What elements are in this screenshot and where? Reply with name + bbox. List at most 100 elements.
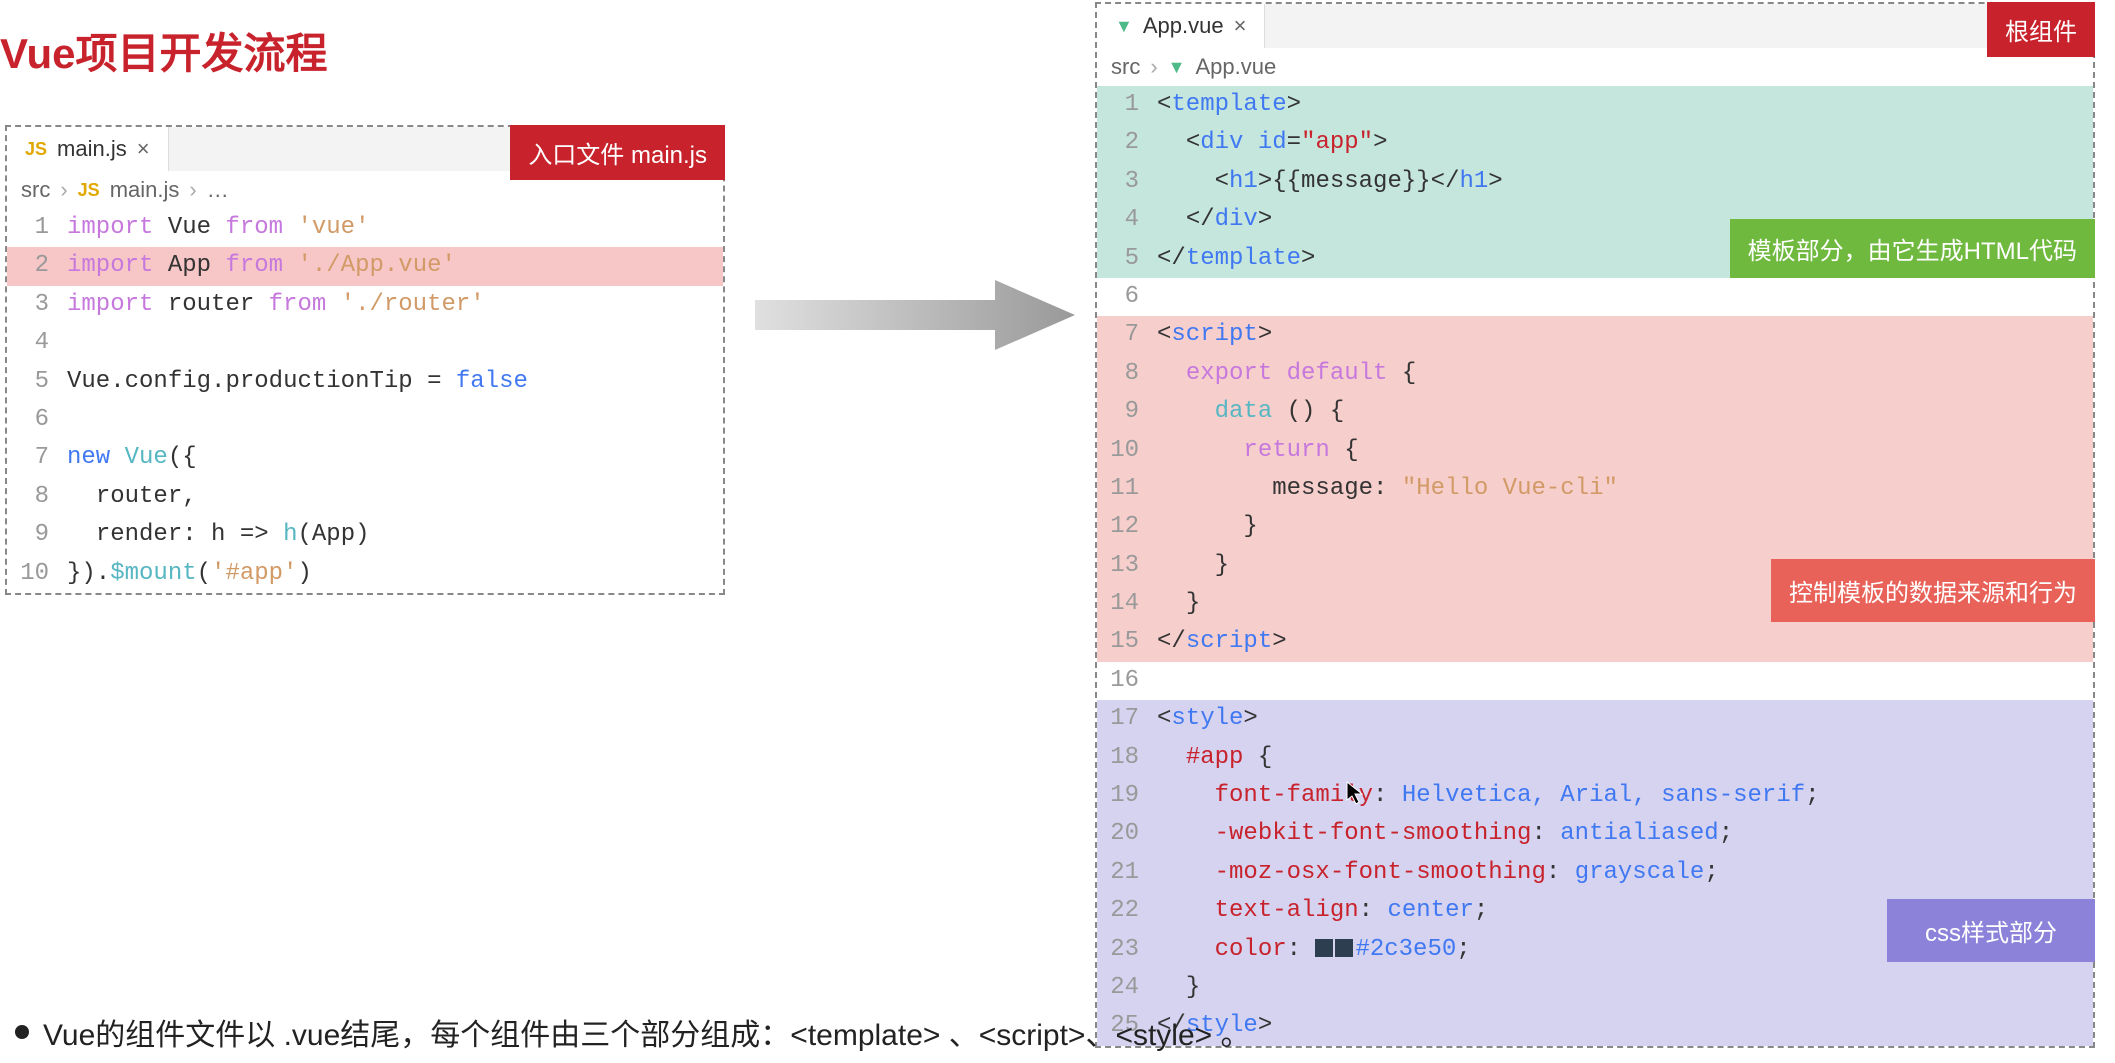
code-token: export: [1186, 360, 1272, 387]
line-content: [67, 401, 723, 439]
code-token: #app: [1186, 744, 1244, 771]
code-line[interactable]: 10 return {: [1097, 432, 2093, 470]
code-token: :: [182, 521, 196, 548]
code-line[interactable]: 7new Vue({: [7, 439, 723, 477]
label-template-section: 模板部分，由它生成HTML代码: [1730, 219, 2095, 278]
code-line[interactable]: 3 <h1>{{message}}</h1>: [1097, 163, 2093, 201]
code-line[interactable]: 9 data () {: [1097, 393, 2093, 431]
code-token: ): [297, 560, 311, 587]
code-line[interactable]: 19 font-family: Helvetica, Arial, sans-s…: [1097, 777, 2093, 815]
code-token: template: [1186, 245, 1301, 272]
line-content: import App from './App.vue': [67, 247, 723, 285]
line-content: <style>: [1157, 700, 2093, 738]
line-content: </script>: [1157, 623, 2093, 661]
line-number: 9: [7, 516, 67, 554]
close-icon[interactable]: ×: [1234, 13, 1247, 39]
code-line[interactable]: 17<style>: [1097, 700, 2093, 738]
code-token: router: [96, 483, 182, 510]
code-line[interactable]: 1<template>: [1097, 86, 2093, 124]
code-line[interactable]: 16: [1097, 662, 2093, 700]
line-number: 17: [1097, 700, 1157, 738]
line-number: 12: [1097, 508, 1157, 546]
code-token: h1: [1459, 168, 1488, 195]
line-number: 6: [1097, 278, 1157, 316]
code-token: App: [168, 252, 211, 279]
code-line[interactable]: 6: [1097, 278, 2093, 316]
badge-root-component: 根组件: [1987, 2, 2095, 57]
code-token: ;: [1719, 820, 1733, 847]
line-content: render: h => h(App): [67, 516, 723, 554]
code-line[interactable]: 18 #app {: [1097, 739, 2093, 777]
code-token: router: [168, 291, 254, 318]
line-number: 14: [1097, 585, 1157, 623]
code-token: div: [1215, 206, 1258, 233]
line-number: 10: [1097, 432, 1157, 470]
code-area-left[interactable]: 1import Vue from 'vue'2import App from '…: [7, 209, 723, 593]
code-line[interactable]: 7<script>: [1097, 316, 2093, 354]
code-line[interactable]: 6: [7, 401, 723, 439]
code-line[interactable]: 21 -moz-osx-font-smoothing: grayscale;: [1097, 854, 2093, 892]
tab-appvue[interactable]: ▼ App.vue ×: [1097, 4, 1265, 48]
code-line[interactable]: 24 }: [1097, 969, 2093, 1007]
bullet-icon: [15, 1025, 29, 1039]
code-token: ;: [1704, 859, 1718, 886]
breadcrumb-right[interactable]: src › ▼ App.vue: [1097, 48, 2093, 86]
code-line[interactable]: 5Vue.config.productionTip = false: [7, 363, 723, 401]
code-token: import: [67, 214, 153, 241]
line-content: <h1>{{message}}</h1>: [1157, 163, 2093, 201]
code-token: style: [1171, 705, 1243, 732]
code-token: <: [1215, 168, 1229, 195]
code-line[interactable]: 1import Vue from 'vue': [7, 209, 723, 247]
tabbar-left: JS main.js × 入口文件 main.js: [7, 127, 723, 171]
line-content: [1157, 662, 2093, 700]
label-script-section: 控制模板的数据来源和行为: [1771, 559, 2095, 622]
tab-label: App.vue: [1143, 13, 1224, 39]
breadcrumb-root: src: [21, 177, 50, 203]
line-content: new Vue({: [67, 439, 723, 477]
code-line[interactable]: 15</script>: [1097, 623, 2093, 661]
line-number: 10: [7, 555, 67, 593]
code-token: script: [1186, 628, 1272, 655]
close-icon[interactable]: ×: [137, 136, 150, 162]
code-line[interactable]: 9 render: h => h(App): [7, 516, 723, 554]
js-file-icon: JS: [25, 139, 47, 160]
code-token: (: [197, 560, 211, 587]
code-token: :: [1531, 820, 1545, 847]
code-line[interactable]: 12 }: [1097, 508, 2093, 546]
code-line[interactable]: 11 message: "Hello Vue-cli": [1097, 470, 2093, 508]
code-line[interactable]: 3import router from './router': [7, 286, 723, 324]
code-token: () {: [1287, 398, 1345, 425]
code-token: >: [1301, 245, 1315, 272]
code-line[interactable]: 4: [7, 324, 723, 362]
line-number: 7: [7, 439, 67, 477]
line-content: return {: [1157, 432, 2093, 470]
code-line[interactable]: 8 router,: [7, 478, 723, 516]
code-line[interactable]: 2import App from './App.vue': [7, 247, 723, 285]
code-token: from: [269, 291, 327, 318]
vue-file-icon: ▼: [1168, 57, 1186, 78]
code-token: :: [1373, 782, 1387, 809]
code-token: </: [1157, 245, 1186, 272]
code-line[interactable]: 8 export default {: [1097, 355, 2093, 393]
line-content: <div id="app">: [1157, 124, 2093, 162]
tab-mainjs[interactable]: JS main.js ×: [7, 127, 169, 171]
code-token: grayscale: [1575, 859, 1705, 886]
code-token: :: [1359, 897, 1373, 924]
code-token: <: [1186, 129, 1200, 156]
line-number: 15: [1097, 623, 1157, 661]
code-line[interactable]: 10}).$mount('#app'): [7, 555, 723, 593]
code-token: message: [1272, 475, 1373, 502]
code-token: Vue: [67, 368, 110, 395]
line-content: -moz-osx-font-smoothing: grayscale;: [1157, 854, 2093, 892]
line-content: [67, 324, 723, 362]
line-number: 13: [1097, 547, 1157, 585]
line-content: data () {: [1157, 393, 2093, 431]
code-line[interactable]: 2 <div id="app">: [1097, 124, 2093, 162]
code-line[interactable]: 20 -webkit-font-smoothing: antialiased;: [1097, 815, 2093, 853]
code-token: .: [211, 368, 225, 395]
label-style-section: css样式部分: [1887, 899, 2095, 962]
code-token: import: [67, 252, 153, 279]
line-content: #app {: [1157, 739, 2093, 777]
code-token: Vue: [125, 444, 168, 471]
code-token: ;: [1805, 782, 1819, 809]
